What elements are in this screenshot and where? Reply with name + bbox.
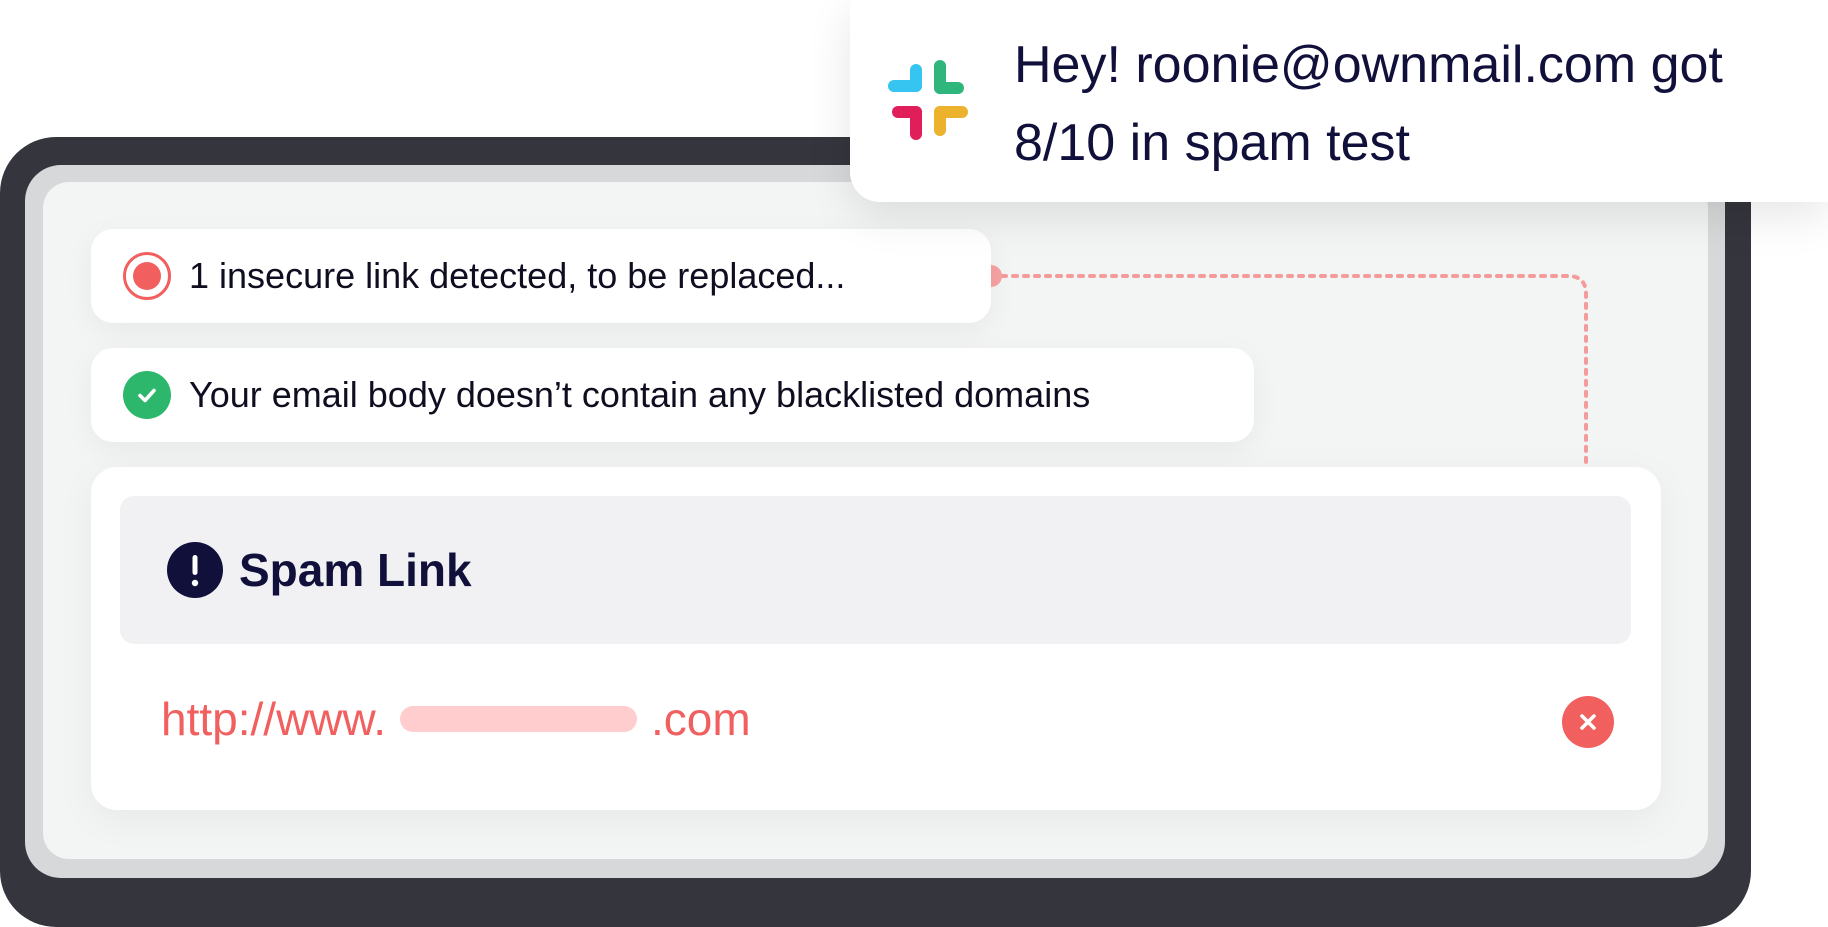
check-circle-icon [123, 371, 171, 419]
blacklist-text: Your email body doesn’t contain any blac… [189, 374, 1091, 415]
spam-link-header: Spam Link [120, 496, 1631, 644]
insecure-link-text: 1 insecure link detected, to be replaced… [189, 255, 846, 296]
close-icon [1580, 714, 1596, 730]
remove-link-button[interactable] [1562, 696, 1614, 748]
slack-notification[interactable]: Hey! roonie@ownmail.com got 8/10 in spam… [850, 0, 1828, 202]
slack-logo-icon [888, 60, 968, 140]
insecure-link-status: 1 insecure link detected, to be replaced… [91, 229, 991, 323]
blacklist-status: Your email body doesn’t contain any blac… [91, 348, 1254, 442]
exclamation-icon [167, 542, 223, 598]
alert-dot-icon [123, 252, 171, 300]
url-suffix: .com [650, 693, 751, 745]
redacted-domain [399, 706, 637, 732]
url-prefix: http://www. [161, 693, 386, 745]
spam-link-url: http://www. .com [161, 689, 751, 749]
spam-link-card: Spam Link http://www. .com [91, 467, 1661, 810]
notification-line-2: 8/10 in spam test [1014, 114, 1410, 172]
spam-link-title: Spam Link [239, 544, 472, 596]
notification-line-1: Hey! roonie@ownmail.com got [1014, 36, 1723, 94]
notification-message: Hey! roonie@ownmail.com got 8/10 in spam… [1014, 26, 1814, 182]
